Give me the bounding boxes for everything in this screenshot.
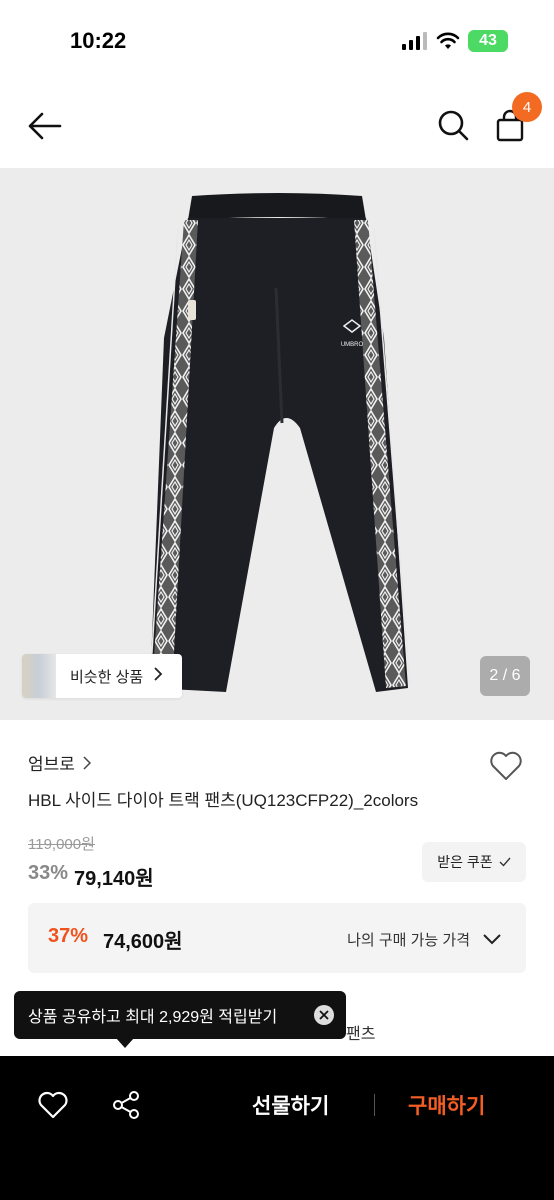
received-coupon-button[interactable]: 받은 쿠폰 <box>422 842 526 882</box>
battery-level: 43 <box>479 32 497 49</box>
similar-products-label: 비슷한 상품 <box>70 668 144 686</box>
my-price-label: 나의 구매 가능 가격 <box>347 932 470 949</box>
status-bar: 10:22 43 <box>0 0 554 84</box>
check-icon <box>499 857 511 867</box>
tooltip-text: 상품 공유하고 최대 2,929원 적립받기 <box>28 1009 278 1026</box>
price-row: 33% 79,140원 <box>28 862 154 891</box>
heart-icon <box>490 751 522 780</box>
similar-product-thumbnail <box>22 654 56 698</box>
coupon-label: 받은 쿠폰 <box>437 854 493 870</box>
chevron-right-icon <box>83 755 91 770</box>
status-time: 10:22 <box>70 28 127 53</box>
brand-logo-text: UMBRO <box>341 342 364 348</box>
heart-icon <box>38 1091 68 1119</box>
brand-name: 엄브로 <box>28 755 75 774</box>
app-header: 4 <box>0 84 554 168</box>
my-price-panel[interactable]: 37% 74,600원 나의 구매 가능 가격 <box>28 903 526 973</box>
similar-products-button[interactable]: 비슷한 상품 <box>22 654 182 698</box>
product-image-track-pants: UMBRO <box>149 193 411 692</box>
arrow-left-icon <box>28 112 62 140</box>
search-button[interactable] <box>434 106 474 146</box>
share-icon <box>113 1091 139 1119</box>
share-reward-tooltip: 상품 공유하고 최대 2,929원 적립받기 <box>14 991 346 1039</box>
like-button[interactable] <box>36 1088 70 1122</box>
bottom-action-bar: 선물하기 구매하기 <box>0 1056 554 1200</box>
battery-indicator: 43 <box>468 30 508 52</box>
status-icons: 43 <box>402 30 508 52</box>
my-discount-rate: 37% <box>48 925 89 947</box>
wifi-icon <box>436 32 460 49</box>
brand-link[interactable]: 엄브로 <box>28 750 91 775</box>
image-page-counter: 2 / 6 <box>480 656 530 696</box>
share-button[interactable] <box>110 1088 144 1122</box>
tooltip-close-button[interactable] <box>314 1005 334 1025</box>
partial-product-text: 팬츠 <box>346 1026 376 1043</box>
wishlist-button[interactable] <box>488 748 524 784</box>
my-price-value: 74,600원 <box>103 931 183 953</box>
back-button[interactable] <box>24 108 64 144</box>
buy-button[interactable]: 구매하기 <box>408 1090 485 1120</box>
gift-button[interactable]: 선물하기 <box>252 1090 329 1120</box>
product-image-gallery[interactable]: UMBRO 비슷한 상품 2 / 6 <box>0 168 554 720</box>
cart-count-badge: 4 <box>512 92 542 122</box>
close-icon <box>319 1010 329 1020</box>
product-name: HBL 사이드 다이아 트랙 팬츠(UQ123CFP22)_2colors <box>28 791 419 810</box>
original-price: 119,000원 <box>28 836 95 853</box>
discount-rate: 33% <box>28 862 69 884</box>
chevron-down-icon <box>483 934 501 945</box>
chevron-right-icon <box>153 666 163 687</box>
tooltip-arrow <box>116 1038 134 1048</box>
signal-icon <box>402 32 427 50</box>
divider <box>374 1094 375 1116</box>
sale-price: 79,140원 <box>74 868 154 890</box>
search-icon <box>438 110 469 141</box>
